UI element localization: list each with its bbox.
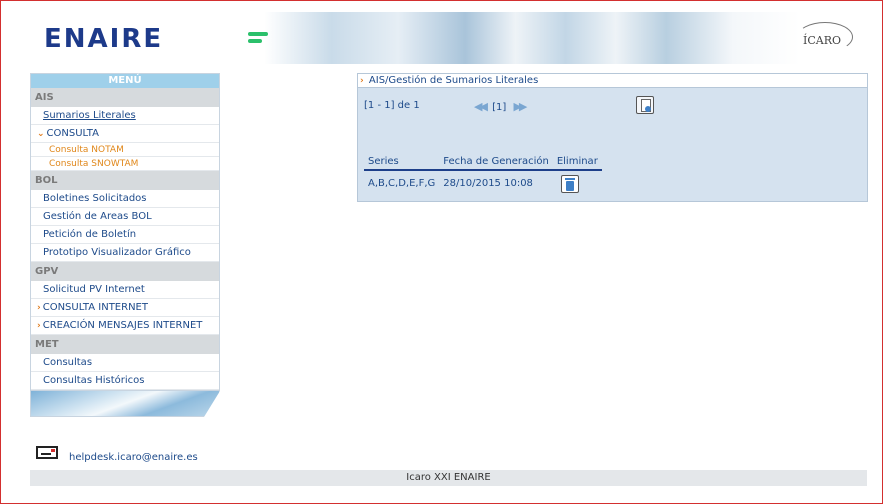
- sidebar-item-label: Sumarios Literales: [43, 110, 136, 121]
- cell-fecha: 28/10/2015 10:08: [443, 178, 533, 189]
- results-panel: › AIS/Gestión de Sumarios Literales [1 -…: [357, 73, 868, 202]
- icaro-logo: ÍCARO: [795, 22, 857, 52]
- chevron-down-icon: ⌄: [37, 129, 45, 139]
- sidebar-item-sumarios-literales[interactable]: Sumarios Literales: [31, 107, 219, 125]
- sidebar-item-peticion-boletin[interactable]: Petición de Boletín: [31, 226, 219, 244]
- export-document-icon[interactable]: [636, 96, 654, 114]
- pager-navigation: ◀◀ [1] ▶▶: [474, 100, 527, 113]
- sidebar-menu: MENÚ AIS Sumarios Literales ⌄ CONSULTA Co…: [30, 73, 220, 417]
- sidebar-item-label: CREACIÓN MENSAJES INTERNET: [42, 320, 203, 331]
- sidebar-item-consulta-snowtam[interactable]: Consulta SNOWTAM: [31, 157, 219, 171]
- menu-title: MENÚ: [31, 74, 219, 88]
- enaire-logo: ENAIRE: [44, 24, 164, 54]
- table-row: A,B,C,D,E,F,G 28/10/2015 10:08: [364, 170, 602, 196]
- sidebar-item-solicitud-pv[interactable]: Solicitud PV Internet: [31, 281, 219, 299]
- cell-eliminar: [553, 170, 602, 196]
- sidebar-item-label: CONSULTA INTERNET: [42, 302, 148, 313]
- chevron-right-icon: ›: [37, 321, 41, 331]
- sidebar-item-prototipo-visualizador[interactable]: Prototipo Visualizador Gráfico: [31, 244, 219, 262]
- section-met: MET: [31, 335, 219, 354]
- last-page-icon[interactable]: ▶▶: [513, 100, 527, 113]
- sidebar-item-consulta[interactable]: ⌄ CONSULTA: [31, 125, 219, 143]
- section-gpv: GPV: [31, 262, 219, 281]
- header-banner: ENAIRE ÍCARO: [30, 12, 867, 64]
- pager-range: [1 - 1] de 1: [364, 100, 420, 111]
- current-page[interactable]: [1]: [492, 102, 506, 113]
- sidebar-item-gestion-areas-bol[interactable]: Gestión de Areas BOL: [31, 208, 219, 226]
- trash-icon[interactable]: [560, 174, 579, 193]
- chevron-right-icon: ›: [37, 303, 41, 313]
- section-ais: AIS: [31, 88, 219, 107]
- icaro-logo-text: ÍCARO: [803, 34, 842, 47]
- sidebar-item-boletines-solicitados[interactable]: Boletines Solicitados: [31, 190, 219, 208]
- column-header-fecha: Fecha de Generación: [439, 153, 553, 171]
- sidebar-item-consultas-historicos[interactable]: Consultas Históricos: [31, 372, 219, 390]
- helpdesk-email-link[interactable]: helpdesk.icaro@enaire.es: [69, 452, 198, 463]
- breadcrumb: › AIS/Gestión de Sumarios Literales: [358, 74, 867, 88]
- sidebar-item-label: CONSULTA: [46, 128, 99, 139]
- first-page-icon[interactable]: ◀◀: [474, 100, 488, 113]
- sidebar-footer-decoration: [31, 390, 219, 416]
- column-header-series: Series: [364, 153, 440, 171]
- results-table: Series Fecha de Generación Eliminar A,B,…: [364, 153, 602, 196]
- page-footer: Icaro XXI ENAIRE: [30, 470, 867, 486]
- sidebar-item-consultas[interactable]: Consultas: [31, 354, 219, 372]
- cell-series: A,B,C,D,E,F,G: [368, 178, 436, 189]
- sidebar-item-consulta-internet[interactable]: › CONSULTA INTERNET: [31, 299, 219, 317]
- sidebar-item-creacion-mensajes[interactable]: › CREACIÓN MENSAJES INTERNET: [31, 317, 219, 335]
- sidebar-item-consulta-notam[interactable]: Consulta NOTAM: [31, 143, 219, 157]
- breadcrumb-text: AIS/Gestión de Sumarios Literales: [368, 75, 539, 86]
- envelope-icon: [36, 446, 58, 459]
- section-bol: BOL: [31, 171, 219, 190]
- chevron-right-icon: ›: [360, 76, 364, 86]
- enaire-logo-mark-icon: [248, 32, 268, 46]
- column-header-eliminar: Eliminar: [552, 153, 602, 171]
